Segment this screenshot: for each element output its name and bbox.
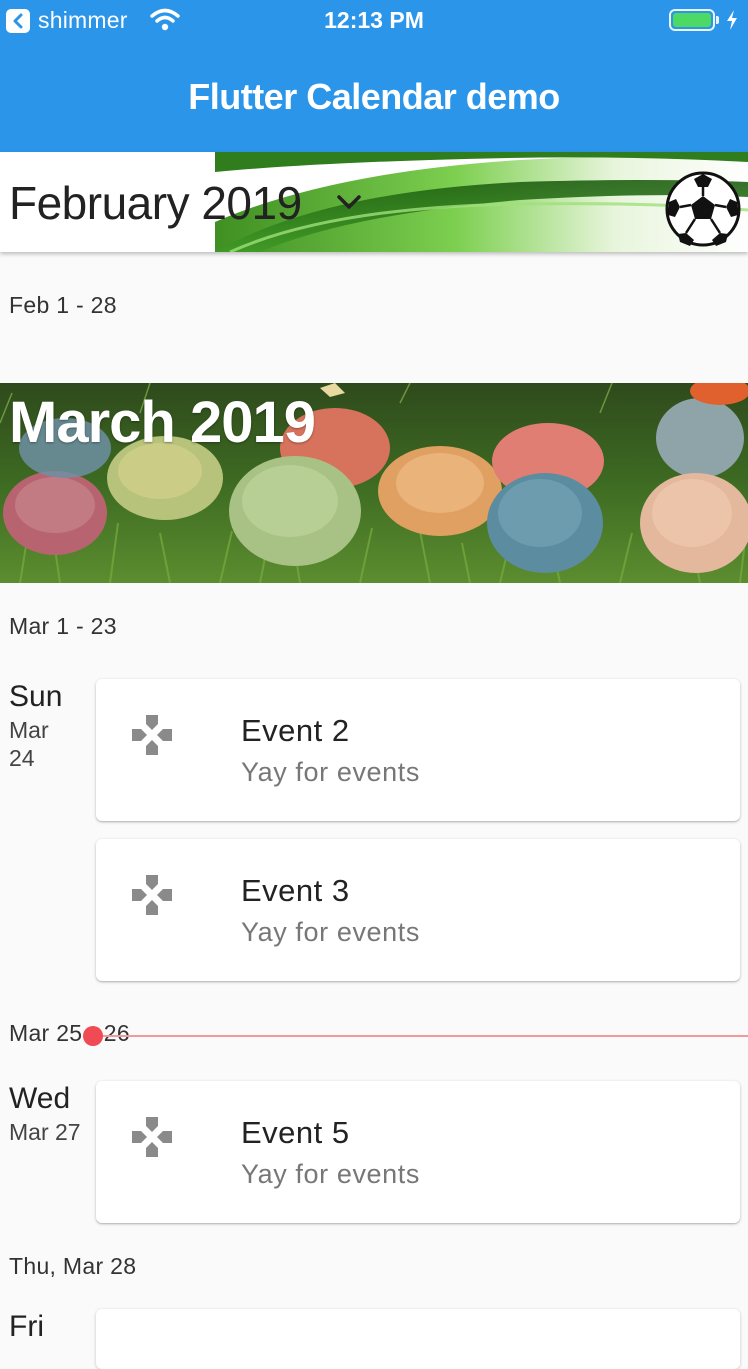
day-weekday: Sun: [9, 680, 63, 713]
event-subtitle: Yay for events: [241, 917, 420, 947]
event-subtitle: Yay for events: [241, 1159, 420, 1189]
battery-cap: [716, 16, 719, 24]
app-bar: Flutter Calendar demo: [0, 42, 748, 152]
soccer-ball-icon: [665, 171, 741, 247]
march-month-title: March 2019: [9, 390, 316, 455]
battery-level: [673, 13, 711, 27]
gamepad-icon: [132, 1117, 172, 1157]
battery-icon: [669, 9, 715, 31]
day-date-month: Mar: [9, 717, 49, 743]
gamepad-icon: [132, 875, 172, 915]
current-month-label[interactable]: February 2019: [9, 176, 302, 230]
day-date-number: 24: [9, 745, 35, 771]
day-weekday: Fri: [9, 1310, 44, 1343]
event-title: Event 2: [241, 713, 350, 748]
app-title: Flutter Calendar demo: [188, 76, 560, 117]
range-label: Feb 1 - 28: [9, 292, 117, 318]
day-weekday: Wed: [9, 1082, 71, 1115]
current-time-indicator-line: [93, 1035, 748, 1037]
event-subtitle: Yay for events: [241, 757, 420, 787]
status-bar: shimmer 12:13 PM: [0, 0, 748, 42]
gamepad-icon: [132, 715, 172, 755]
event-card[interactable]: Event 3 Yay for events: [96, 839, 740, 981]
status-time: 12:13 PM: [324, 7, 424, 33]
event-title: Event 3: [241, 873, 350, 908]
event-card[interactable]: Event 2 Yay for events: [96, 679, 740, 821]
charging-bolt-icon: [727, 10, 737, 30]
range-label: Mar 25 - 26: [9, 1020, 130, 1046]
range-label: Thu, Mar 28: [9, 1253, 137, 1279]
march-month-banner: March 2019: [0, 383, 748, 583]
range-label: Mar 1 - 23: [9, 613, 117, 639]
current-time-indicator-dot: [83, 1026, 103, 1046]
chevron-down-icon[interactable]: [334, 190, 364, 214]
event-card[interactable]: [96, 1309, 740, 1369]
day-date: Mar 27: [9, 1119, 81, 1145]
event-card[interactable]: Event 5 Yay for events: [96, 1081, 740, 1223]
event-title: Event 5: [241, 1115, 350, 1150]
current-month-header[interactable]: February 2019: [0, 152, 748, 252]
